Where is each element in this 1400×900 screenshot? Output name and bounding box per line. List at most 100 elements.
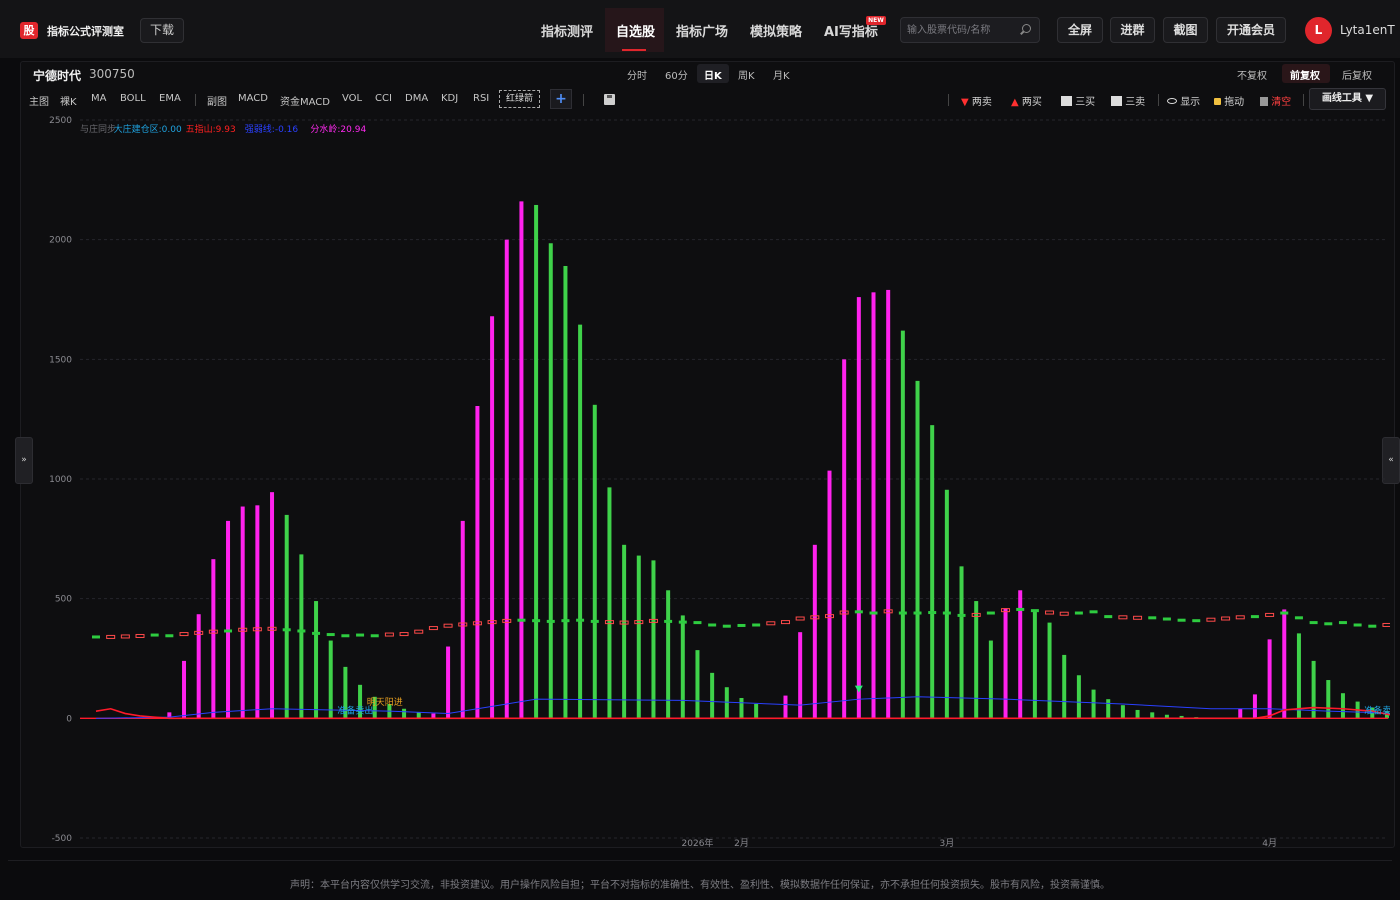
- indicator-cci[interactable]: CCI: [375, 93, 392, 104]
- volume-bar: [1150, 712, 1155, 719]
- kline-candle: [1294, 616, 1303, 620]
- search-input[interactable]: [907, 21, 1017, 39]
- volume-bar: [416, 712, 421, 719]
- clear-button[interactable]: 清空: [1260, 93, 1291, 108]
- kline-candle: [517, 618, 526, 622]
- kline-candle: [561, 619, 570, 623]
- nav-item-indicator-plaza[interactable]: 指标广场: [676, 21, 728, 40]
- period-tab-weekly[interactable]: 周K: [738, 67, 755, 82]
- kline-candle: [1324, 622, 1333, 626]
- kline-candle: [1104, 615, 1113, 619]
- membership-button[interactable]: 开通会员: [1216, 17, 1286, 43]
- legend-entry: 与庄同步: [80, 123, 116, 135]
- toolbar-separator: [1158, 94, 1159, 106]
- kline-candle: [869, 611, 878, 615]
- period-tab-daily[interactable]: 日K: [704, 67, 722, 82]
- kline-candle: [1221, 616, 1231, 621]
- download-button[interactable]: 下载: [140, 18, 184, 43]
- stock-search[interactable]: [900, 17, 1040, 43]
- indicator-kdj[interactable]: KDJ: [441, 93, 458, 104]
- save-icon[interactable]: [604, 94, 615, 105]
- show-toggle[interactable]: 显示: [1167, 93, 1200, 108]
- kline-candle: [1309, 621, 1318, 625]
- indicator-ma[interactable]: MA: [91, 93, 106, 104]
- kline-chart[interactable]: 2500 2000 1500 1000 500 0 -500 与庄同步大庄建仓区:0.00 五指…: [20, 112, 1390, 848]
- kline-candle: [399, 632, 409, 637]
- indicator-fund-macd[interactable]: 资金MACD: [280, 93, 330, 108]
- drag-toggle[interactable]: 拖动: [1214, 93, 1244, 108]
- avatar[interactable]: L: [1305, 17, 1332, 44]
- indicator-rsi[interactable]: RSI: [473, 93, 489, 104]
- kline-candle: [854, 610, 863, 614]
- toolbar-separator: [948, 94, 949, 106]
- kline-candle: [1265, 612, 1275, 617]
- volume-bar: [1076, 675, 1081, 719]
- volume-bar: [460, 520, 465, 719]
- indicator-vol[interactable]: VOL: [342, 93, 362, 104]
- volume-bar: [211, 559, 216, 719]
- volume-bar: [446, 646, 451, 719]
- volume-bar: [1047, 622, 1052, 719]
- kline-candle: [92, 635, 100, 639]
- indicator-sub-label[interactable]: 副图: [207, 93, 227, 108]
- indicator-naked-k[interactable]: 裸K: [60, 93, 77, 108]
- volume-bar: [402, 708, 407, 719]
- chart-annotation: 准备卖出: [337, 705, 373, 717]
- username[interactable]: Lyta1enT: [1340, 23, 1395, 37]
- kline-candle: [590, 619, 599, 623]
- indicator-macd[interactable]: MACD: [238, 93, 268, 104]
- screenshot-button[interactable]: 截图: [1163, 17, 1208, 43]
- volume-bar: [1032, 610, 1037, 719]
- period-tab-intraday[interactable]: 分时: [627, 67, 647, 82]
- logo-icon[interactable]: 股: [20, 22, 38, 39]
- draw-tools-dropdown[interactable]: 画线工具 ▼: [1309, 88, 1386, 110]
- nav-item-watchlist[interactable]: 自选股: [616, 21, 655, 40]
- join-group-button[interactable]: 进群: [1110, 17, 1155, 43]
- volume-bar: [1340, 693, 1345, 719]
- kline-candle: [795, 616, 805, 621]
- adjust-none-tab[interactable]: 不复权: [1237, 67, 1267, 82]
- y-tick-label: -500: [52, 834, 73, 844]
- three-sell-tool[interactable]: 三卖: [1111, 93, 1145, 108]
- add-indicator-button[interactable]: +: [550, 89, 572, 109]
- x-tick-label: 2026年: [682, 837, 714, 848]
- stock-code: 300750: [89, 67, 135, 81]
- two-buy-tool[interactable]: ▲ 两买: [1011, 93, 1042, 108]
- kline-candle: [1235, 615, 1245, 620]
- volume-bar: [255, 505, 260, 719]
- kline-candle: [737, 623, 746, 627]
- kline-candle: [370, 634, 379, 638]
- search-icon[interactable]: [1022, 24, 1031, 33]
- volume-bar: [196, 614, 201, 719]
- volume-bar: [827, 470, 832, 719]
- adjust-forward-tab[interactable]: 前复权: [1290, 67, 1320, 82]
- kline-candle: [297, 629, 306, 633]
- kline-candle: [678, 620, 687, 624]
- volume-bar: [314, 601, 319, 719]
- nav-item-indicator-review[interactable]: 指标测评: [541, 21, 593, 40]
- clear-label: 清空: [1271, 97, 1292, 108]
- volume-bar: [240, 506, 245, 719]
- kline-candle: [443, 623, 453, 628]
- indicator-red-green-arrow[interactable]: 红绿箭: [499, 90, 540, 108]
- nav-item-simulated-strategy[interactable]: 模拟策略: [750, 21, 802, 40]
- period-tab-60min[interactable]: 60分: [665, 67, 688, 82]
- indicator-boll[interactable]: BOLL: [120, 93, 146, 104]
- volume-bar: [1282, 609, 1287, 719]
- indicator-main-label[interactable]: 主图: [29, 93, 49, 108]
- line-up-icon: [1061, 96, 1072, 106]
- kline-candle: [428, 626, 438, 631]
- volume-bar: [578, 324, 583, 719]
- volume-bar: [1120, 705, 1125, 719]
- lock-icon: [1214, 98, 1221, 105]
- site-title[interactable]: 指标公式评测室: [47, 23, 124, 39]
- indicator-dma[interactable]: DMA: [405, 93, 428, 104]
- period-tab-monthly[interactable]: 月K: [773, 67, 790, 82]
- three-buy-tool[interactable]: 三买: [1061, 93, 1095, 108]
- indicator-ema[interactable]: EMA: [159, 93, 181, 104]
- two-sell-tool[interactable]: ▼ 两卖: [961, 93, 992, 108]
- footer-divider: [8, 860, 1392, 861]
- fullscreen-button[interactable]: 全屏: [1057, 17, 1103, 43]
- adjust-backward-tab[interactable]: 后复权: [1342, 67, 1372, 82]
- three-buy-label: 三买: [1075, 97, 1096, 108]
